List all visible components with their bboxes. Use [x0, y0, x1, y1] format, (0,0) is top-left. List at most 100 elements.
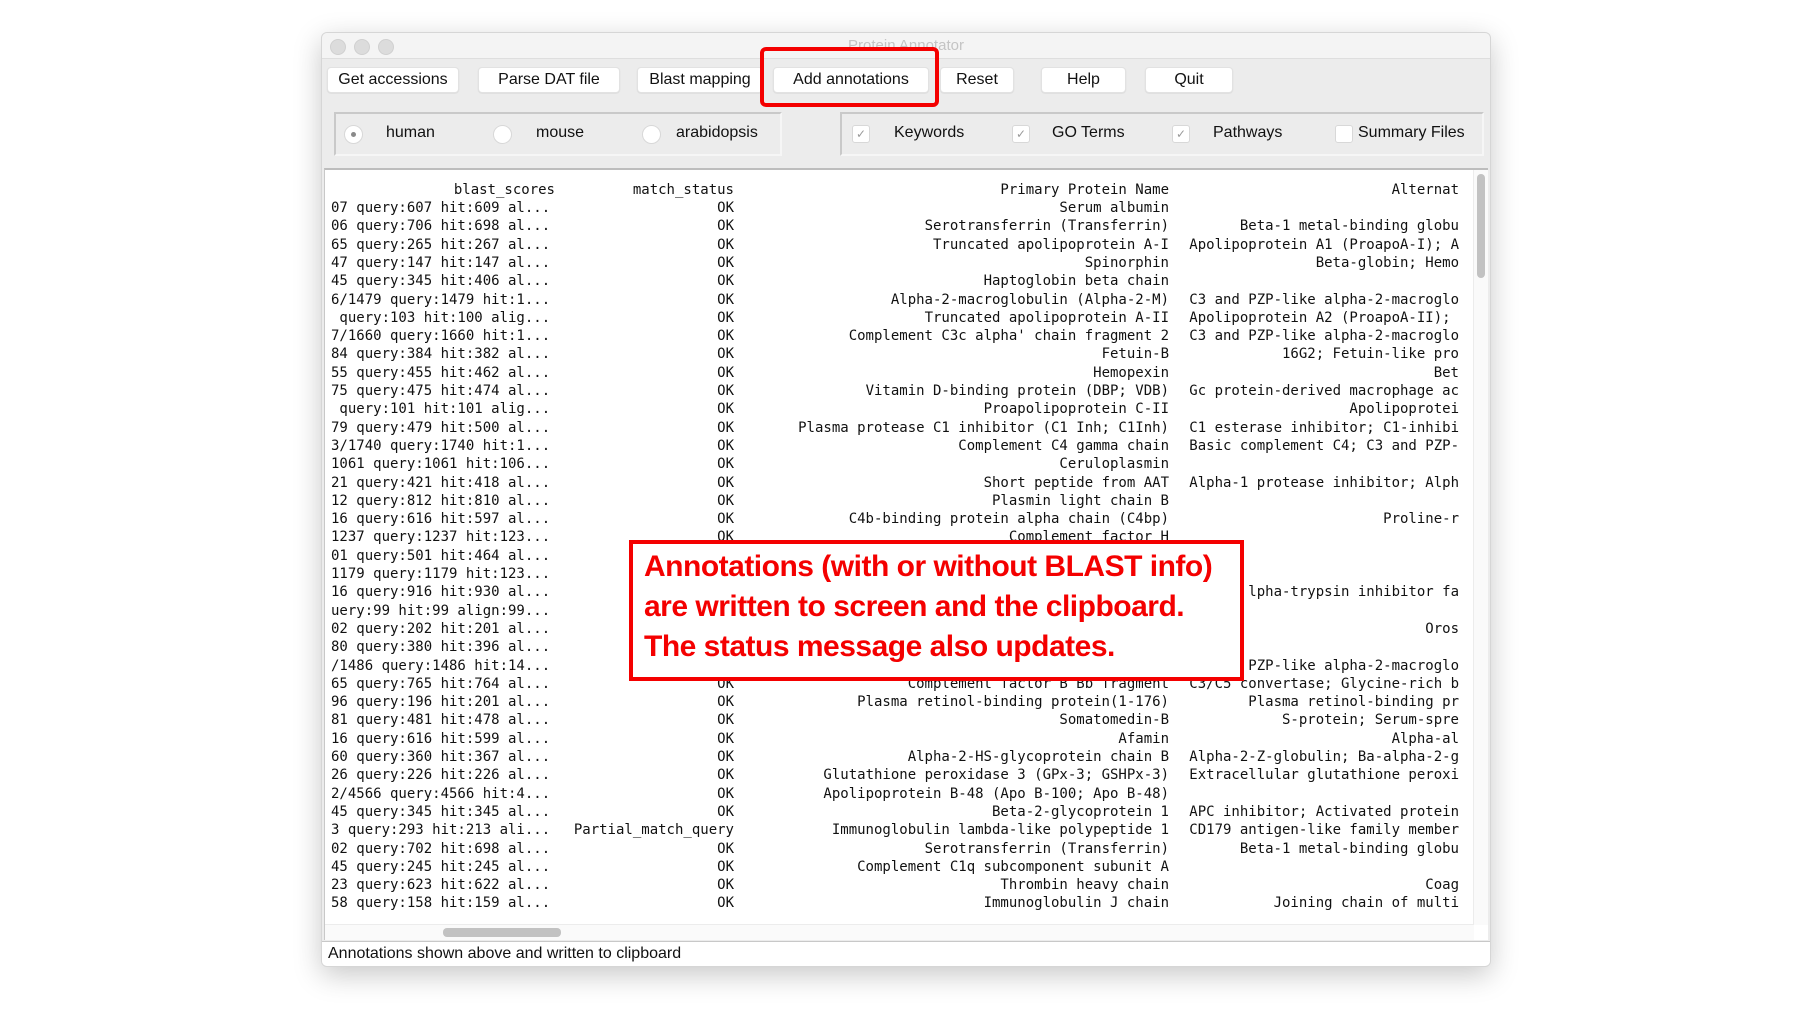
- blast-mapping-button[interactable]: Blast mapping: [637, 67, 763, 93]
- cell-primary-protein-name: Spinorphin: [1084, 254, 1169, 271]
- cell-match-status: OK: [717, 712, 734, 729]
- table-row[interactable]: 16 query:616 hit:597 al... OK C4b-binding …: [325, 511, 1475, 529]
- cell-alternative-names: Alpha-2-Z-globulin; Ba-alpha-2-g: [1189, 749, 1459, 765]
- radio-arabidopsis[interactable]: [642, 125, 661, 144]
- table-row[interactable]: 55 query:455 hit:462 al... OK Hemopexin Bet: [325, 365, 1475, 383]
- table-row[interactable]: 47 query:147 hit:147 al... OK Spinorphin Be…: [325, 255, 1475, 273]
- cell-primary-protein-name: Alpha-2-macroglobulin (Alpha-2-M): [890, 291, 1169, 308]
- cell-primary-protein-name: Complement C3c alpha' chain fragment 2: [848, 328, 1169, 345]
- radio-human[interactable]: [344, 125, 363, 144]
- table-row[interactable]: 16 query:616 hit:599 al... OK Afamin Alpha-…: [325, 731, 1475, 749]
- quit-button[interactable]: Quit: [1145, 67, 1233, 93]
- cell-match-status: OK: [717, 346, 734, 363]
- table-row[interactable]: 12 query:812 hit:810 al... OK Plasmin ligh…: [325, 493, 1475, 511]
- cell-blast-scores: 47 query:147 hit:147 al...: [331, 254, 551, 271]
- vertical-scrollbar[interactable]: [1473, 170, 1488, 925]
- horizontal-scrollbar[interactable]: [325, 924, 1474, 940]
- table-row[interactable]: 96 query:196 hit:201 al... OK Plasma retin…: [325, 694, 1475, 712]
- vertical-scroll-thumb[interactable]: [1477, 174, 1485, 278]
- cell-primary-protein-name: Vitamin D-binding protein (DBP; VDB): [865, 383, 1169, 399]
- table-row[interactable]: 60 query:360 hit:367 al... OK Alpha-2-HS-g…: [325, 749, 1475, 767]
- cell-alternative-names: Plasma retinol-binding pr: [1248, 694, 1459, 711]
- pathways-checkbox[interactable]: ✓: [1172, 125, 1190, 143]
- radio-label-arabidopsis[interactable]: arabidopsis: [676, 124, 758, 142]
- cell-match-status: OK: [717, 492, 734, 509]
- table-row[interactable]: 6/1479 query:1479 hit:1... OK Alpha-2-macr…: [325, 292, 1475, 310]
- pathways-label[interactable]: Pathways: [1213, 124, 1282, 142]
- table-row[interactable]: 3/1740 query:1740 hit:1... OK Complement C…: [325, 438, 1475, 456]
- table-row[interactable]: 84 query:384 hit:382 al... OK Fetuin-B 16G2…: [325, 346, 1475, 364]
- cell-blast-scores: 65 query:765 hit:764 al...: [331, 675, 551, 692]
- cell-blast-scores: 26 query:226 hit:226 al...: [331, 767, 551, 784]
- cell-alternative-names: C1 esterase inhibitor; C1-inhibi: [1189, 419, 1459, 436]
- cell-blast-scores: 02 query:702 hit:698 al...: [331, 840, 551, 857]
- table-row[interactable]: 23 query:623 hit:622 al... OK Thrombin hea…: [325, 877, 1475, 895]
- summary-files-checkbox[interactable]: [1335, 125, 1353, 143]
- get-accessions-button[interactable]: Get accessions: [327, 67, 459, 93]
- cell-blast-scores: 16 query:616 hit:599 al...: [331, 730, 551, 747]
- table-row[interactable]: 7/1660 query:1660 hit:1... OK Complement C…: [325, 328, 1475, 346]
- table-row[interactable]: 75 query:475 hit:474 al... OK Vitamin D-bi…: [325, 383, 1475, 401]
- cell-blast-scores: /1486 query:1486 hit:14...: [331, 657, 551, 674]
- table-row[interactable]: 45 query:245 hit:245 al... OK Complement C…: [325, 859, 1475, 877]
- cell-primary-protein-name: Glutathione peroxidase 3 (GPx-3; GSHPx-3…: [823, 767, 1169, 784]
- annotation-callout: Annotations (with or without BLAST info)…: [629, 540, 1244, 681]
- cell-match-status: OK: [717, 364, 734, 381]
- cell-blast-scores: 65 query:265 hit:267 al...: [331, 236, 551, 253]
- cell-primary-protein-name: Serotransferrin (Transferrin): [924, 218, 1169, 235]
- cell-alternative-names: Alpha-1 protease inhibitor; Alph: [1189, 474, 1459, 491]
- table-row[interactable]: 81 query:481 hit:478 al... OK Somatomedin-…: [325, 712, 1475, 730]
- cell-primary-protein-name: Somatomedin-B: [1059, 712, 1169, 729]
- cell-blast-scores: 45 query:345 hit:345 al...: [331, 803, 551, 820]
- cell-primary-protein-name: Short peptide from AAT: [983, 474, 1169, 491]
- table-row[interactable]: 45 query:345 hit:406 al... OK Haptoglobin …: [325, 273, 1475, 291]
- table-row[interactable]: 58 query:158 hit:159 al... OK Immunoglobul…: [325, 895, 1475, 913]
- table-row[interactable]: 21 query:421 hit:418 al... OK Short peptid…: [325, 475, 1475, 493]
- cell-alternative-names: CD179 antigen-like family member: [1189, 822, 1459, 839]
- cell-alternative-names: Gc protein-derived macrophage ac: [1189, 383, 1459, 399]
- table-row[interactable]: 06 query:706 hit:698 al... OK Serotransfer…: [325, 218, 1475, 236]
- cell-match-status: OK: [717, 236, 734, 253]
- radio-label-mouse[interactable]: mouse: [536, 124, 584, 142]
- table-row[interactable]: 1061 query:1061 hit:106... OK Ceruloplasmi…: [325, 456, 1475, 474]
- reset-button[interactable]: Reset: [940, 67, 1014, 93]
- table-row[interactable]: 2/4566 query:4566 hit:4... OK Apolipoprote…: [325, 786, 1475, 804]
- cell-alternative-names: APC inhibitor; Activated protein: [1189, 803, 1459, 820]
- cell-blast-scores: 75 query:475 hit:474 al...: [331, 383, 551, 399]
- cell-match-status: OK: [717, 437, 734, 454]
- parse-dat-file-button[interactable]: Parse DAT file: [478, 67, 620, 93]
- species-radio-group: human mouse arabidopsis: [334, 112, 782, 156]
- output-options-group: ✓ Keywords ✓ GO Terms ✓ Pathways Summary…: [840, 112, 1484, 156]
- table-row[interactable]: 02 query:702 hit:698 al... OK Serotransfer…: [325, 841, 1475, 859]
- cell-match-status: OK: [717, 254, 734, 271]
- go-terms-label[interactable]: GO Terms: [1052, 124, 1125, 142]
- cell-blast-scores: 7/1660 query:1660 hit:1...: [331, 328, 551, 345]
- horizontal-scroll-thumb[interactable]: [443, 928, 561, 937]
- go-terms-checkbox[interactable]: ✓: [1012, 125, 1030, 143]
- table-row[interactable]: 07 query:607 hit:609 al... OK Serum albumi…: [325, 200, 1475, 218]
- help-button[interactable]: Help: [1041, 67, 1126, 93]
- cell-match-status: OK: [717, 419, 734, 436]
- table-row[interactable]: 65 query:265 hit:267 al... OK Truncated ap…: [325, 237, 1475, 255]
- cell-alternative-names: Apolipoprotein A2 (ProapoA-II);: [1189, 309, 1459, 326]
- radio-mouse[interactable]: [493, 125, 512, 144]
- summary-files-label[interactable]: Summary Files: [1358, 124, 1465, 142]
- keywords-label[interactable]: Keywords: [894, 124, 964, 142]
- cell-match-status: OK: [717, 785, 734, 802]
- cell-blast-scores: query:101 hit:101 alig...: [331, 401, 551, 418]
- cell-primary-protein-name: Apolipoprotein B-48 (Apo B-100; Apo B-48…: [823, 785, 1169, 802]
- cell-blast-scores: 81 query:481 hit:478 al...: [331, 712, 551, 729]
- cell-match-status: OK: [717, 694, 734, 711]
- table-row[interactable]: 79 query:479 hit:500 al... OK Plasma prote…: [325, 420, 1475, 438]
- radio-label-human[interactable]: human: [386, 124, 435, 142]
- table-row[interactable]: 26 query:226 hit:226 al... OK Glutathione …: [325, 767, 1475, 785]
- column-header-primary-protein-name: Primary Protein Name: [1000, 182, 1169, 198]
- cell-blast-scores: 02 query:202 hit:201 al...: [331, 620, 551, 637]
- table-row[interactable]: 45 query:345 hit:345 al... OK Beta-2-glyco…: [325, 804, 1475, 822]
- table-row[interactable]: 3 query:293 hit:213 ali... Partial_match_…: [325, 822, 1475, 840]
- table-row[interactable]: query:103 hit:100 alig... OK Truncated apo…: [325, 310, 1475, 328]
- cell-alternative-names: Coag: [1425, 877, 1459, 894]
- table-row[interactable]: query:101 hit:101 alig... OK Proapolipopro…: [325, 401, 1475, 419]
- cell-blast-scores: query:103 hit:100 alig...: [331, 309, 551, 326]
- keywords-checkbox[interactable]: ✓: [852, 125, 870, 143]
